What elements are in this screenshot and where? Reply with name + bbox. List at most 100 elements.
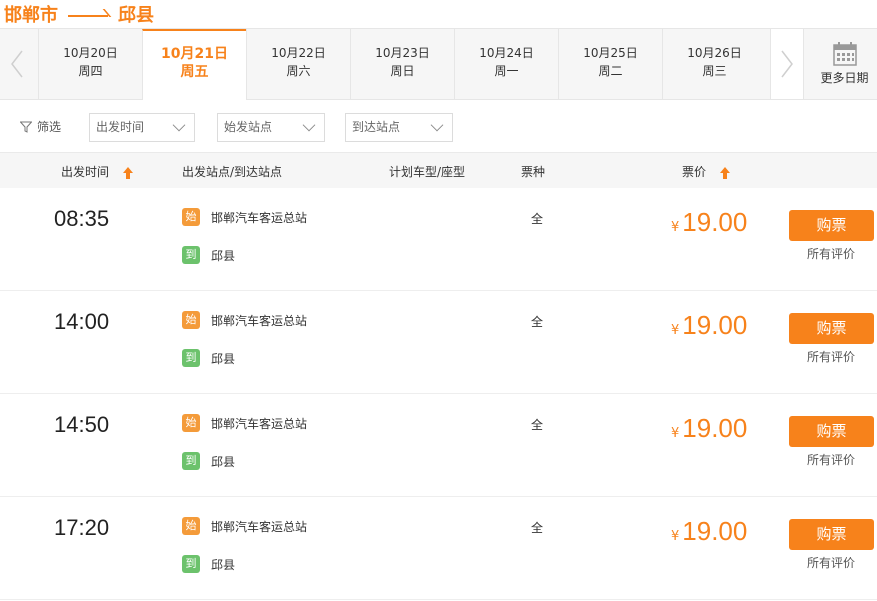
buy-ticket-button[interactable]: 购票 <box>789 416 874 447</box>
date-item[interactable]: 10月23日 周日 <box>350 29 454 99</box>
arrival-station-select[interactable]: 到达站点 <box>345 113 453 142</box>
price-amount: 19.00 <box>682 516 748 546</box>
currency-symbol: ¥ <box>671 529 680 544</box>
start-station-select-value: 始发站点 <box>224 120 273 134</box>
header-ticket-type: 票种 <box>521 165 546 179</box>
departure-time: 08:35 <box>54 206 110 231</box>
table-row: 14:50 始 邯郸汽车客运总站 到 邱县 全 ¥ 19.00 购票 所有评价 <box>0 394 877 497</box>
buy-ticket-button[interactable]: 购票 <box>789 210 874 241</box>
ticket-type: 全 <box>531 521 544 535</box>
date-label: 10月26日 <box>687 46 742 60</box>
filter-bar: 筛选 出发时间 始发站点 到达站点 <box>0 100 877 152</box>
weekday-label: 周四 <box>78 64 103 78</box>
departure-time: 17:20 <box>54 515 110 540</box>
start-station-name: 邯郸汽车客运总站 <box>211 416 308 431</box>
next-dates-button[interactable] <box>770 29 804 99</box>
price: ¥ 19.00 <box>671 516 747 547</box>
buy-ticket-button[interactable]: 购票 <box>789 313 874 344</box>
all-reviews-link[interactable]: 所有评价 <box>807 451 855 468</box>
date-label: 10月24日 <box>479 46 534 60</box>
date-label: 10月23日 <box>375 46 430 60</box>
header-stations: 出发站点/到达站点 <box>182 165 283 179</box>
route-from: 邯郸市 <box>4 5 58 26</box>
table-row: 17:20 始 邯郸汽车客运总站 到 邱县 全 ¥ 19.00 购票 所有评价 <box>0 497 877 600</box>
header-departure-time-label: 出发时间 <box>61 165 110 179</box>
table-header: 出发时间 出发站点/到达站点 计划车型/座型 票种 票价 <box>0 152 877 188</box>
more-dates-label: 更多日期 <box>820 71 869 85</box>
start-station: 始 邯郸汽车客运总站 <box>182 311 307 329</box>
all-reviews-link[interactable]: 所有评价 <box>807 245 855 262</box>
departure-time: 14:00 <box>54 309 110 334</box>
table-row: 08:35 始 邯郸汽车客运总站 到 邱县 全 ¥ 19.00 购票 所有评价 <box>0 188 877 291</box>
chevron-down-icon <box>302 118 316 132</box>
price: ¥ 19.00 <box>671 413 747 444</box>
ticket-type: 全 <box>531 212 544 226</box>
end-station: 到 邱县 <box>182 452 235 470</box>
sort-up-arrow-icon <box>719 166 730 179</box>
end-tag-icon: 到 <box>182 349 200 367</box>
start-station-name: 邯郸汽车客运总站 <box>211 519 308 534</box>
start-station-name: 邯郸汽车客运总站 <box>211 210 308 225</box>
date-label: 10月25日 <box>583 46 638 60</box>
sort-up-arrow-icon <box>122 166 133 179</box>
all-reviews-link[interactable]: 所有评价 <box>807 348 855 365</box>
price-amount: 19.00 <box>682 413 748 443</box>
weekday-label: 周二 <box>598 64 623 78</box>
filter-label-text: 筛选 <box>37 120 62 134</box>
start-tag-icon: 始 <box>182 311 200 329</box>
route-title: 邯郸市 邱县 <box>4 0 154 28</box>
route-to: 邱县 <box>118 5 154 26</box>
start-tag-icon: 始 <box>182 208 200 226</box>
end-tag-icon: 到 <box>182 555 200 573</box>
end-station-name: 邱县 <box>211 454 236 469</box>
date-item[interactable]: 10月25日 周二 <box>558 29 662 99</box>
departure-time-select[interactable]: 出发时间 <box>89 113 195 142</box>
prev-dates-button[interactable] <box>0 29 34 99</box>
currency-symbol: ¥ <box>671 426 680 441</box>
header-departure-time[interactable]: 出发时间 <box>61 163 133 180</box>
end-tag-icon: 到 <box>182 452 200 470</box>
arrival-station-select-value: 到达站点 <box>352 120 401 134</box>
calendar-icon <box>832 42 857 66</box>
weekday-label: 周五 <box>180 64 209 80</box>
weekday-label: 周三 <box>702 64 727 78</box>
departure-time: 14:50 <box>54 412 110 437</box>
weekday-label: 周日 <box>390 64 415 78</box>
end-station: 到 邱县 <box>182 555 235 573</box>
header-vehicle: 计划车型/座型 <box>389 165 466 179</box>
currency-symbol: ¥ <box>671 220 680 235</box>
filter-icon <box>20 121 32 133</box>
start-station: 始 邯郸汽车客运总站 <box>182 208 307 226</box>
date-label: 10月20日 <box>63 46 118 60</box>
date-item[interactable]: 10月26日 周三 <box>662 29 766 99</box>
start-tag-icon: 始 <box>182 517 200 535</box>
ticket-type: 全 <box>531 418 544 432</box>
chevron-down-icon <box>430 118 444 132</box>
date-item-active[interactable]: 10月21日 周五 <box>142 29 246 100</box>
buy-ticket-button[interactable]: 购票 <box>789 519 874 550</box>
date-item[interactable]: 10月22日 周六 <box>246 29 350 99</box>
all-reviews-link[interactable]: 所有评价 <box>807 554 855 571</box>
header-price[interactable]: 票价 <box>682 163 730 180</box>
date-item[interactable]: 10月24日 周一 <box>454 29 558 99</box>
start-station-name: 邯郸汽车客运总站 <box>211 313 308 328</box>
end-station: 到 邱县 <box>182 349 235 367</box>
end-tag-icon: 到 <box>182 246 200 264</box>
weekday-label: 周六 <box>286 64 311 78</box>
chevron-left-icon <box>11 50 23 78</box>
price-amount: 19.00 <box>682 207 748 237</box>
departure-time-select-value: 出发时间 <box>96 120 145 134</box>
chevron-right-icon <box>781 50 793 78</box>
end-station-name: 邱县 <box>211 557 236 572</box>
price-amount: 19.00 <box>682 310 748 340</box>
more-dates-button[interactable]: 更多日期 <box>812 29 877 99</box>
start-station-select[interactable]: 始发站点 <box>217 113 325 142</box>
date-label: 10月21日 <box>161 46 228 62</box>
price: ¥ 19.00 <box>671 207 747 238</box>
end-station-name: 邱县 <box>211 351 236 366</box>
end-station: 到 邱县 <box>182 246 235 264</box>
header-price-label: 票价 <box>682 165 707 179</box>
route-arrow-icon <box>68 8 108 20</box>
date-item[interactable]: 10月20日 周四 <box>38 29 142 99</box>
end-station-name: 邱县 <box>211 248 236 263</box>
